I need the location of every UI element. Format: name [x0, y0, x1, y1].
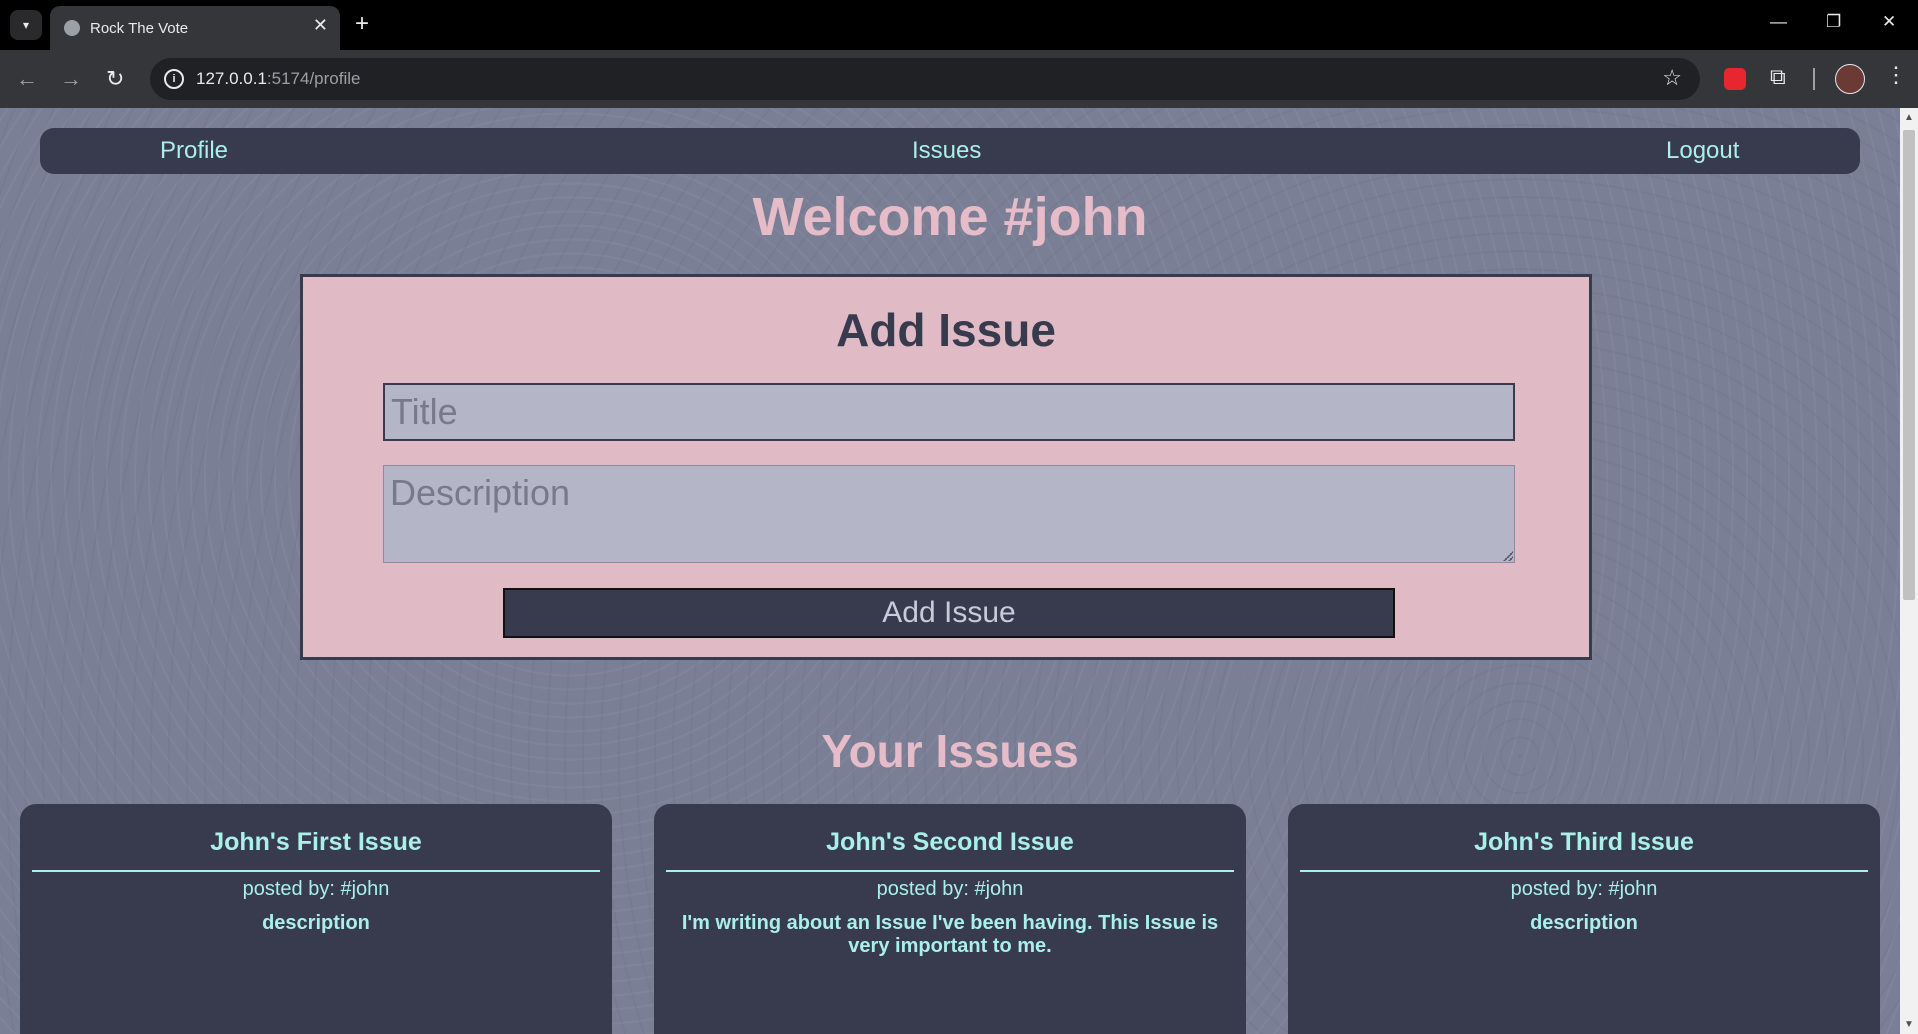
url-text: 127.0.0.1:5174/profile	[196, 69, 361, 88]
restore-icon[interactable]: ❐	[1826, 12, 1841, 32]
form-title: Add Issue	[836, 304, 1056, 356]
issue-title: John's First Issue	[210, 828, 422, 856]
new-tab-button[interactable]: +	[355, 10, 369, 38]
issue-description: description	[1530, 912, 1638, 934]
tab-title: Rock The Vote	[90, 20, 189, 37]
browser-tabbar: ▾ Rock The Vote ✕ + — ❐ ✕	[0, 0, 1918, 50]
globe-icon	[64, 20, 80, 36]
scroll-up-icon[interactable]: ▲	[1904, 112, 1914, 123]
issue-title: John's Second Issue	[826, 828, 1074, 856]
forward-arrow-icon[interactable]: →	[60, 66, 82, 92]
extension-icon[interactable]	[1724, 68, 1746, 90]
title-input[interactable]	[383, 383, 1515, 441]
welcome-heading: Welcome #john	[752, 187, 1148, 247]
issue-title: John's Third Issue	[1474, 828, 1694, 856]
resize-handle-icon[interactable]	[1503, 551, 1513, 561]
issue-author: posted by: #john	[242, 878, 390, 900]
tab-search-button[interactable]: ▾	[10, 10, 42, 40]
close-tab-icon[interactable]: ✕	[313, 15, 328, 36]
scroll-thumb[interactable]	[1903, 130, 1915, 600]
browser-tab[interactable]: Rock The Vote ✕	[50, 6, 340, 50]
address-bar[interactable]: i 127.0.0.1:5174/profile ☆	[150, 58, 1700, 100]
description-textarea[interactable]	[383, 465, 1515, 563]
add-issue-button[interactable]: Add Issue	[503, 588, 1395, 638]
nav-profile-link[interactable]: Profile	[160, 137, 228, 165]
issue-card[interactable]: John's Third Issue posted by: #john desc…	[1288, 804, 1880, 1034]
nav-logout-link[interactable]: Logout	[1666, 137, 1739, 165]
toolbar-divider	[1813, 68, 1815, 90]
more-menu-icon[interactable]: ⋮	[1885, 62, 1907, 88]
reload-icon[interactable]: ↻	[106, 66, 124, 92]
issue-author: posted by: #john	[1510, 878, 1658, 900]
bookmark-star-icon[interactable]: ☆	[1662, 65, 1682, 91]
your-issues-heading: Your Issues	[821, 725, 1079, 777]
browser-toolbar: ← → ↻ i 127.0.0.1:5174/profile ☆ ⧉ ⋮	[0, 50, 1918, 108]
issue-card[interactable]: John's First Issue posted by: #john desc…	[20, 804, 612, 1034]
page-scrollbar[interactable]: ▲ ▼	[1900, 108, 1918, 1034]
nav-issues-link[interactable]: Issues	[912, 137, 981, 165]
site-navbar: Profile Issues Logout	[40, 128, 1860, 174]
puzzle-icon[interactable]: ⧉	[1770, 64, 1786, 90]
close-window-icon[interactable]: ✕	[1882, 12, 1896, 32]
minimize-icon[interactable]: —	[1770, 12, 1787, 32]
issue-card[interactable]: John's Second Issue posted by: #john I'm…	[654, 804, 1246, 1034]
scroll-down-icon[interactable]: ▼	[1904, 1019, 1914, 1030]
issue-author: posted by: #john	[876, 878, 1024, 900]
back-arrow-icon[interactable]: ←	[16, 66, 38, 92]
issue-description: I'm writing about an Issue I've been hav…	[681, 912, 1219, 957]
site-info-icon[interactable]: i	[164, 69, 184, 89]
divider	[1300, 870, 1868, 872]
divider	[32, 870, 600, 872]
page-viewport: Profile Issues Logout Welcome #john Add …	[0, 108, 1900, 1034]
divider	[666, 870, 1234, 872]
add-issue-form: Add Issue Add Issue	[300, 274, 1592, 660]
issue-description: description	[262, 912, 370, 934]
profile-avatar[interactable]	[1835, 64, 1865, 94]
chevron-down-icon: ▾	[22, 18, 30, 32]
